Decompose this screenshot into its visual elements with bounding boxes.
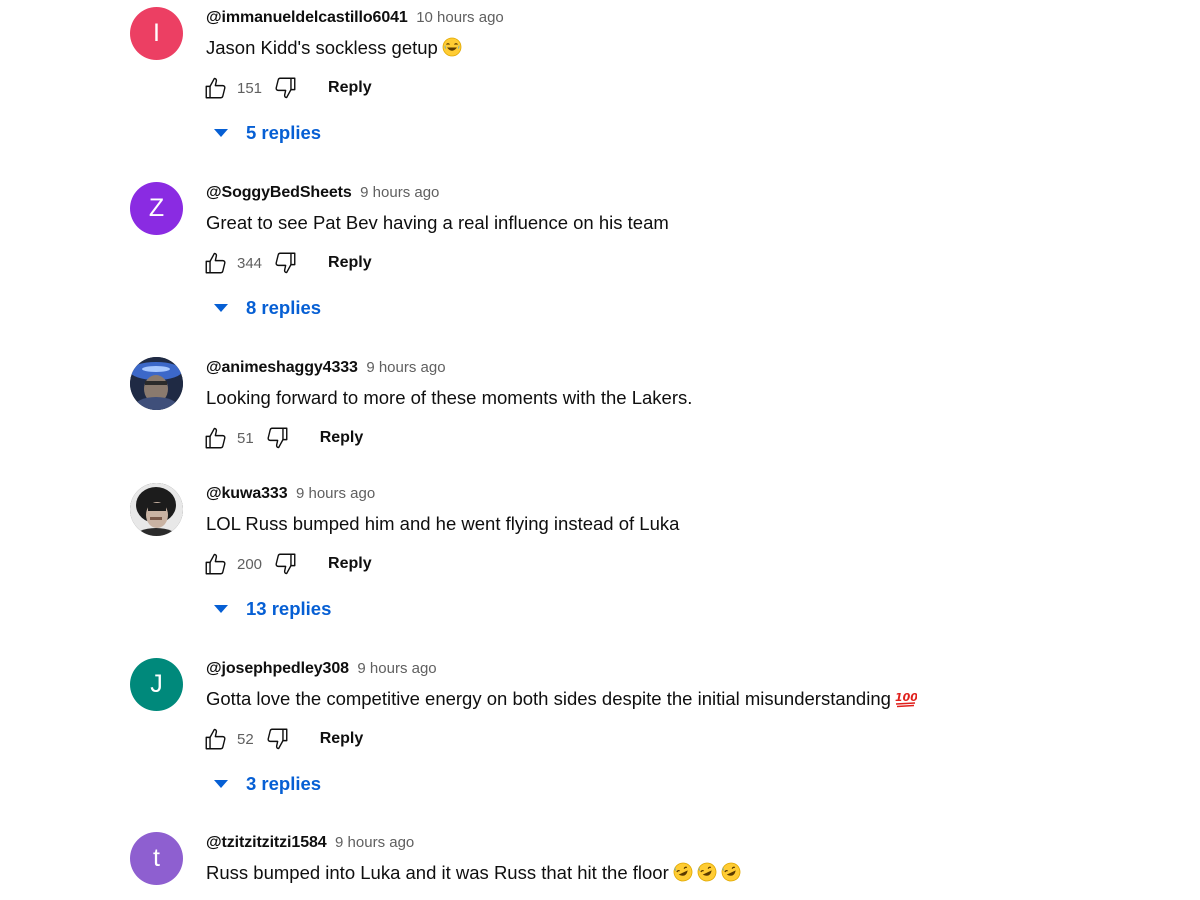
thumbs-down-icon — [267, 728, 288, 750]
comment-header: @josephpedley308 9 hours ago — [206, 659, 437, 679]
comment-author[interactable]: @immanueldelcastillo6041 — [206, 9, 408, 26]
comment-body: Gotta love the competitive energy on bot… — [206, 688, 891, 709]
reply-button[interactable]: Reply — [328, 254, 372, 272]
dislike-button[interactable] — [262, 724, 292, 754]
view-replies-button[interactable]: 8 replies — [212, 295, 321, 321]
comment-body: Great to see Pat Bev having a real influ… — [206, 212, 669, 233]
comment-body: Russ bumped into Luka and it was Russ th… — [206, 862, 669, 883]
comment-author[interactable]: @kuwa333 — [206, 485, 288, 502]
comment-header: @animeshaggy4333 9 hours ago — [206, 358, 446, 378]
thumbs-down-icon — [275, 252, 296, 274]
thumbs-up-icon — [205, 77, 226, 99]
thumbs-down-icon — [275, 77, 296, 99]
hundred-points-emoji-icon: 100 — [895, 688, 918, 708]
avatar[interactable]: t — [130, 832, 183, 885]
caret-down-icon — [212, 299, 230, 317]
reply-button[interactable]: Reply — [328, 555, 372, 573]
thumbs-up-icon — [205, 728, 226, 750]
avatar[interactable]: Z — [130, 182, 183, 235]
comment-text: Russ bumped into Luka and it was Russ th… — [206, 860, 741, 886]
comment-timestamp[interactable]: 10 hours ago — [416, 9, 504, 26]
avatar[interactable]: J — [130, 658, 183, 711]
comment-timestamp[interactable]: 9 hours ago — [296, 485, 375, 502]
comment-header: @immanueldelcastillo6041 10 hours ago — [206, 8, 504, 28]
reply-button[interactable]: Reply — [320, 730, 364, 748]
person-photo-avatar[interactable] — [130, 483, 183, 536]
like-count: 344 — [237, 254, 263, 272]
replies-count-label: 3 replies — [246, 773, 322, 794]
like-button[interactable] — [201, 549, 231, 579]
caret-down-icon — [212, 600, 230, 618]
comment-timestamp[interactable]: 9 hours ago — [360, 184, 439, 201]
avatar-letter: Z — [148, 194, 165, 222]
avatar-letter: J — [150, 670, 163, 698]
caret-down-icon — [212, 124, 230, 142]
anime-character-avatar[interactable] — [130, 357, 183, 410]
avatar-letter: t — [153, 844, 160, 872]
avatar-photo — [130, 357, 183, 410]
view-replies-button[interactable]: 3 replies — [212, 771, 321, 797]
replies-count-label: 5 replies — [246, 122, 322, 143]
avatar[interactable]: I — [130, 7, 183, 60]
like-count: 52 — [237, 730, 254, 748]
like-count: 200 — [237, 555, 263, 573]
comment-author[interactable]: @josephpedley308 — [206, 660, 349, 677]
like-count: 51 — [237, 429, 254, 447]
rofl-emoji-icon — [697, 862, 717, 882]
replies-count-label: 13 replies — [246, 598, 332, 619]
comment-header: @kuwa333 9 hours ago — [206, 484, 375, 504]
thumbs-up-icon — [205, 553, 226, 575]
thumbs-up-icon — [205, 252, 226, 274]
dislike-button[interactable] — [270, 549, 300, 579]
dislike-button[interactable] — [270, 73, 300, 103]
comment-actions: 151 Reply — [201, 73, 372, 103]
reply-button[interactable]: Reply — [320, 429, 364, 447]
comment-body: Looking forward to more of these moments… — [206, 387, 693, 408]
like-button[interactable] — [201, 423, 231, 453]
comment-text: Looking forward to more of these moments… — [206, 385, 692, 411]
comment-author[interactable]: @SoggyBedSheets — [206, 184, 352, 201]
like-button[interactable] — [201, 73, 231, 103]
comment-actions: 51 Reply — [201, 423, 363, 453]
comment-actions: 52 Reply — [201, 724, 363, 754]
avatar-photo — [130, 483, 183, 536]
comment-text: Great to see Pat Bev having a real influ… — [206, 210, 669, 236]
rofl-emoji-icon — [721, 862, 741, 882]
replies-count-label: 8 replies — [246, 297, 322, 318]
reply-button[interactable]: Reply — [328, 79, 372, 97]
rofl-emoji-icon — [673, 862, 693, 882]
comment-actions: 200 Reply — [201, 549, 372, 579]
comment-text: LOL Russ bumped him and he went flying i… — [206, 511, 679, 537]
comment-author[interactable]: @animeshaggy4333 — [206, 359, 358, 376]
comment-body: Jason Kidd's sockless getup — [206, 37, 438, 58]
caret-down-icon — [212, 775, 230, 793]
svg-text:100: 100 — [895, 691, 917, 704]
laughing-emoji-icon — [442, 37, 462, 57]
avatar-letter: I — [153, 19, 160, 47]
like-button[interactable] — [201, 724, 231, 754]
comment-header: @tzitzitzitzi1584 9 hours ago — [206, 833, 414, 853]
view-replies-button[interactable]: 13 replies — [212, 596, 331, 622]
comment-text: Jason Kidd's sockless getup — [206, 35, 462, 61]
comment-timestamp[interactable]: 9 hours ago — [366, 359, 445, 376]
comment-timestamp[interactable]: 9 hours ago — [357, 660, 436, 677]
dislike-button[interactable] — [270, 248, 300, 278]
like-count: 151 — [237, 79, 263, 97]
like-button[interactable] — [201, 248, 231, 278]
comment-header: @SoggyBedSheets 9 hours ago — [206, 183, 439, 203]
comment-text: Gotta love the competitive energy on bot… — [206, 686, 918, 712]
comment-actions: 344 Reply — [201, 248, 372, 278]
comment-author[interactable]: @tzitzitzitzi1584 — [206, 834, 327, 851]
thumbs-down-icon — [275, 553, 296, 575]
comment-timestamp[interactable]: 9 hours ago — [335, 834, 414, 851]
dislike-button[interactable] — [262, 423, 292, 453]
comment-body: LOL Russ bumped him and he went flying i… — [206, 513, 680, 534]
thumbs-up-icon — [205, 427, 226, 449]
thumbs-down-icon — [267, 427, 288, 449]
view-replies-button[interactable]: 5 replies — [212, 120, 321, 146]
